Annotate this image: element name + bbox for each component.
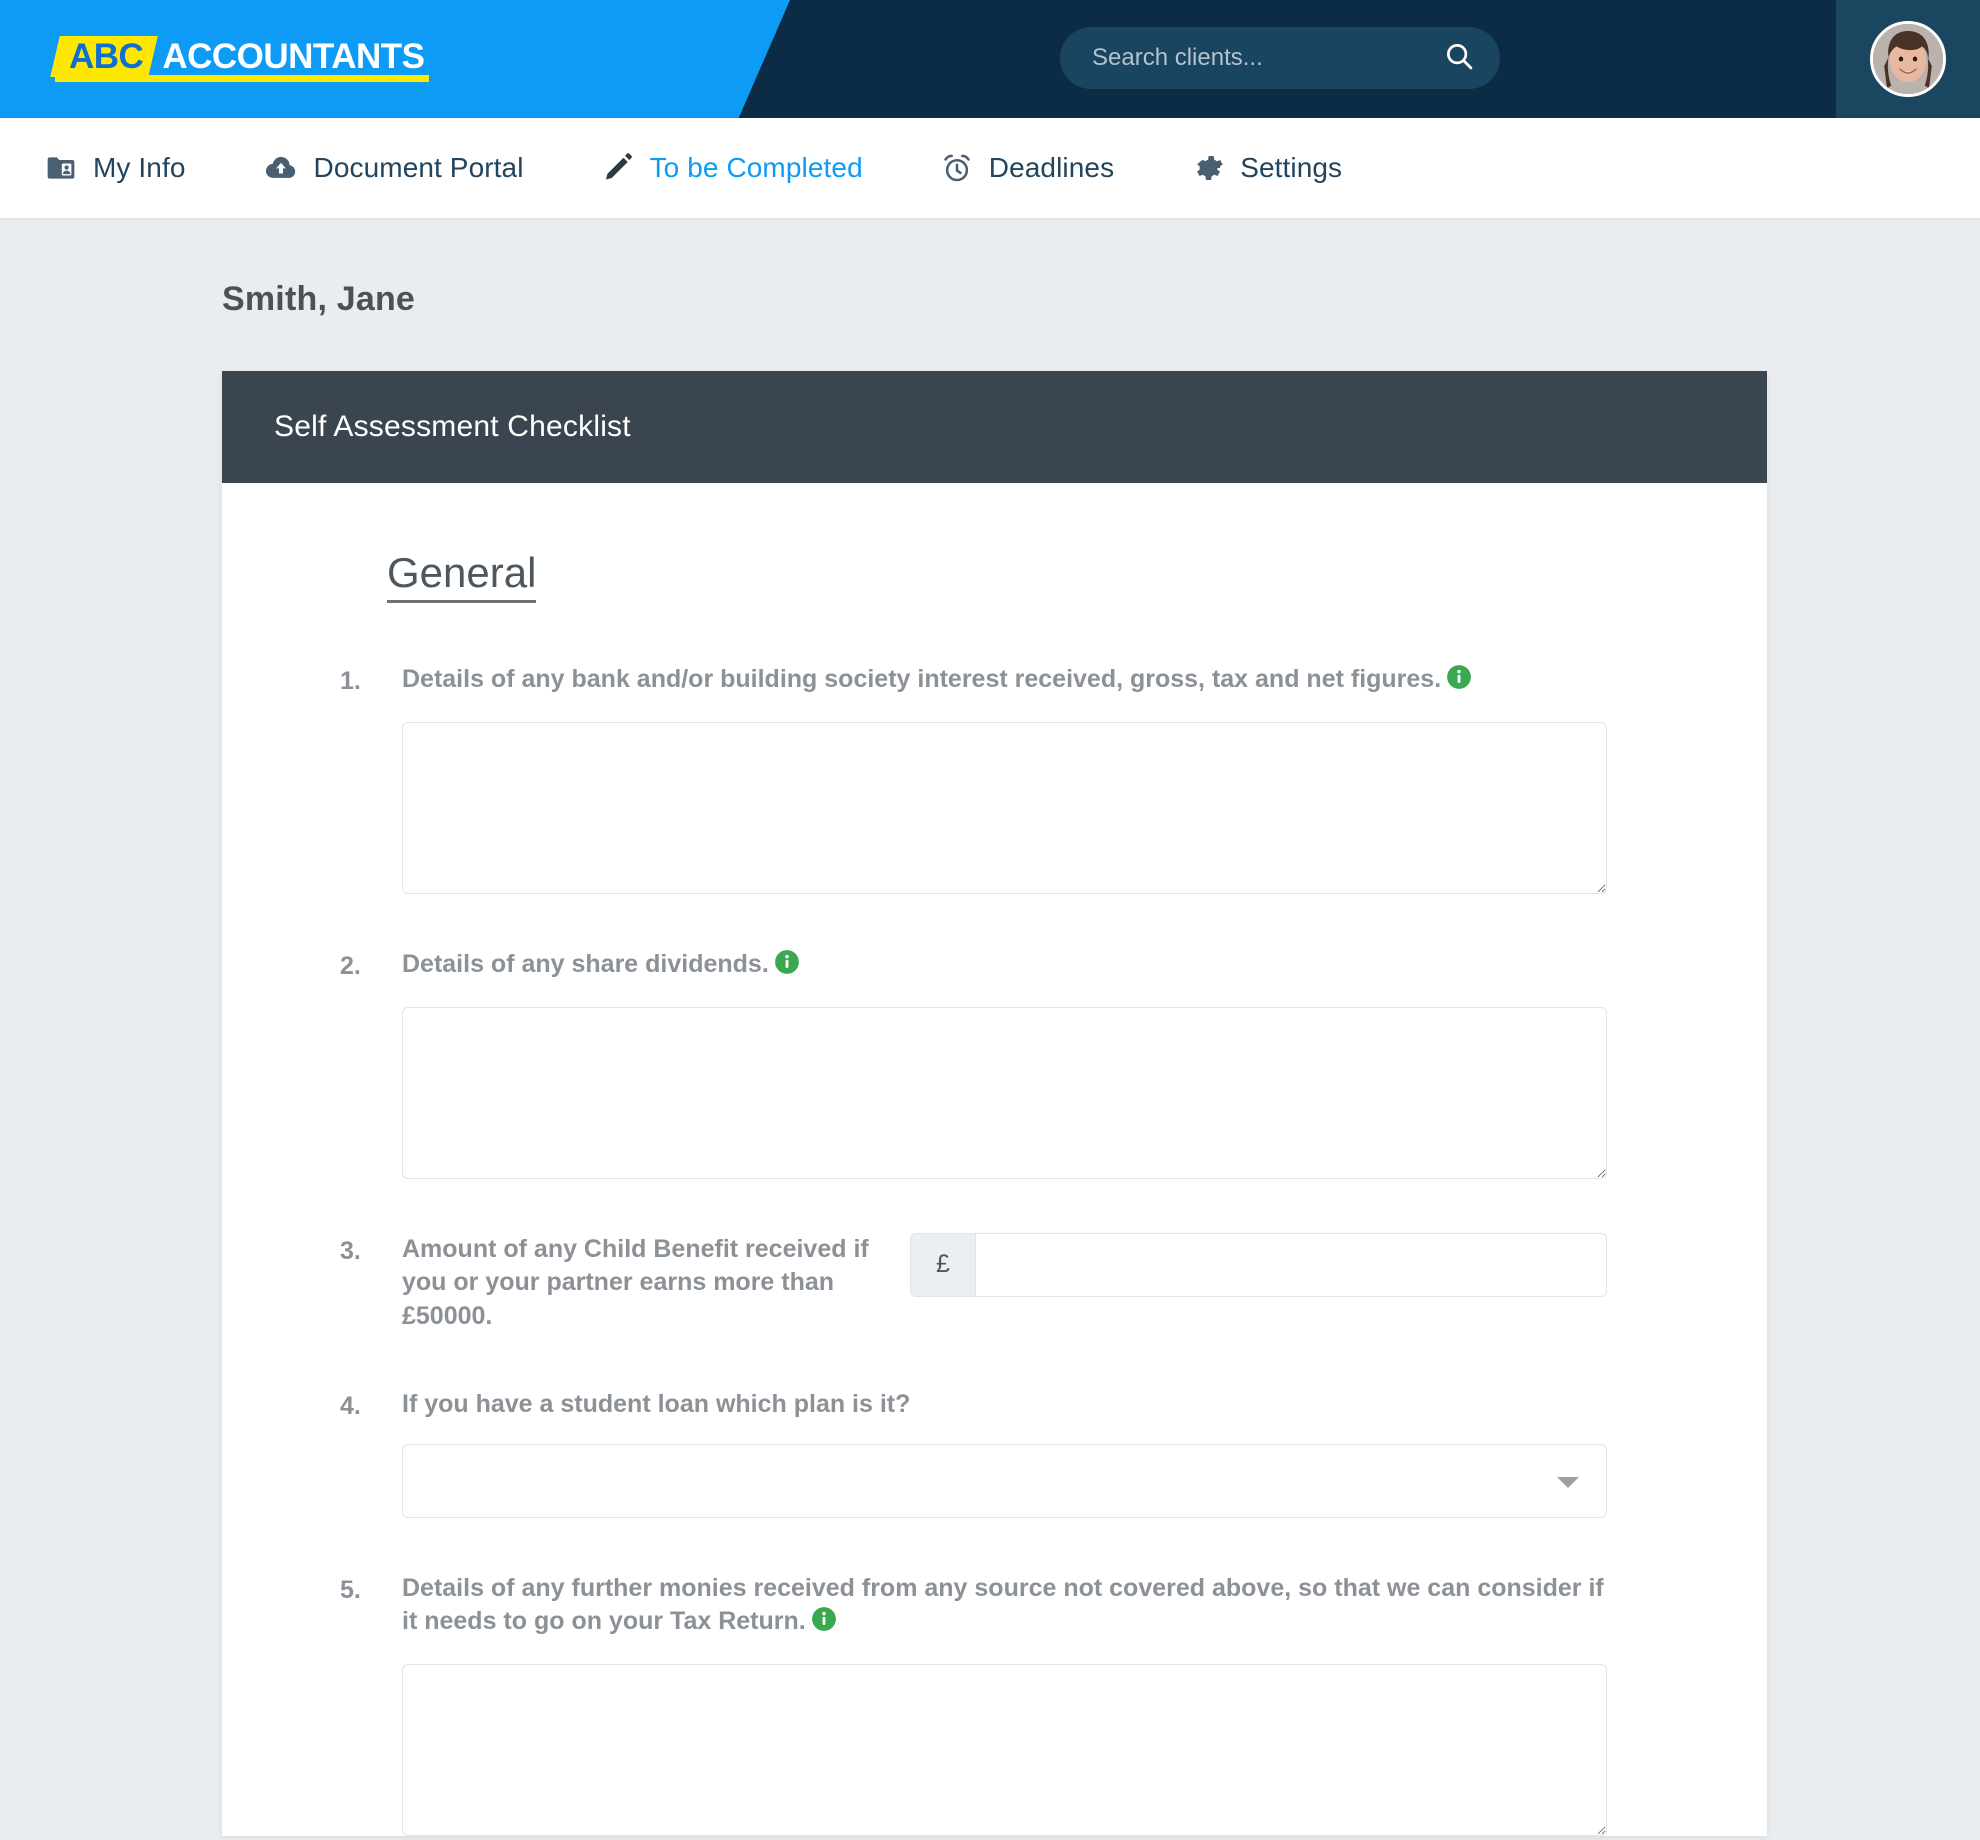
nav-label-my-info: My Info: [93, 152, 186, 183]
checklist-card: Self Assessment Checklist General 1. Det…: [222, 371, 1767, 1836]
currency-input-group: £: [910, 1232, 1607, 1297]
page-body: Smith, Jane Self Assessment Checklist Ge…: [0, 218, 1980, 1840]
question-text: Details of any share dividends.: [402, 948, 1622, 985]
question-label: If you have a student loan which plan is…: [402, 1389, 911, 1418]
question-text: If you have a student loan which plan is…: [402, 1388, 1622, 1422]
currency-symbol: £: [910, 1232, 975, 1297]
question-label: Details of any further monies received f…: [402, 1573, 1604, 1636]
child-benefit-amount-input[interactable]: [975, 1232, 1607, 1297]
section-heading-general: General: [222, 549, 1767, 603]
search-box[interactable]: [1060, 27, 1500, 89]
question-label: Details of any share dividends.: [402, 949, 769, 978]
nav-item-to-be-completed[interactable]: To be Completed: [602, 152, 863, 184]
logo-abc-text: ABC: [69, 37, 144, 76]
gear-icon: [1192, 152, 1224, 184]
nav-item-deadlines[interactable]: Deadlines: [941, 152, 1114, 184]
logo-abc-badge: ABC: [50, 36, 159, 77]
question-row: 1. Details of any bank and/or building s…: [222, 663, 1767, 894]
question-text: Amount of any Child Benefit received if …: [402, 1233, 872, 1334]
nav-label-settings: Settings: [1240, 152, 1343, 183]
avatar-panel[interactable]: [1836, 0, 1980, 118]
search-icon[interactable]: [1444, 41, 1474, 76]
main-nav: My Info Document Portal To be Completed: [0, 118, 1980, 218]
search-input[interactable]: [1090, 43, 1444, 73]
question-number: 2.: [340, 951, 361, 980]
nav-label-deadlines: Deadlines: [988, 152, 1115, 183]
card-header-title: Self Assessment Checklist: [222, 371, 1767, 483]
logo-accountants-text: ACCOUNTANTS: [162, 37, 425, 76]
nav-item-my-info[interactable]: My Info: [45, 152, 186, 184]
card-body: General 1. Details of any bank and/or bu…: [222, 483, 1767, 1836]
question-text: Details of any further monies received f…: [402, 1572, 1622, 1643]
brand-logo[interactable]: ABC ACCOUNTANTS: [50, 36, 429, 82]
cloud-upload-icon: [264, 151, 298, 185]
avatar[interactable]: [1870, 21, 1946, 97]
page-title: Smith, Jane: [222, 280, 416, 318]
section-heading-label: General: [387, 549, 537, 603]
nav-item-document-portal[interactable]: Document Portal: [264, 151, 524, 185]
answer-textarea[interactable]: [402, 1664, 1607, 1836]
info-icon[interactable]: [1446, 664, 1472, 700]
avatar-image: [1873, 24, 1943, 94]
answer-textarea[interactable]: [402, 721, 1607, 894]
pencil-icon: [602, 152, 634, 184]
question-number: 5.: [340, 1575, 361, 1604]
question-number: 1.: [340, 667, 361, 695]
info-icon[interactable]: [811, 1606, 837, 1642]
question-row: 5. Details of any further monies receive…: [222, 1572, 1767, 1836]
nav-label-document-portal: Document Portal: [313, 152, 524, 183]
question-row: 3. Amount of any Child Benefit received …: [222, 1232, 1767, 1334]
student-loan-plan-select[interactable]: [402, 1443, 1607, 1518]
question-number: 4.: [340, 1391, 361, 1420]
student-loan-plan-select-wrap[interactable]: [402, 1443, 1607, 1518]
question-text: Details of any bank and/or building soci…: [402, 663, 1622, 700]
question-label: Amount of any Child Benefit received if …: [402, 1234, 869, 1331]
nav-label-to-be-completed: To be Completed: [649, 152, 863, 183]
question-number: 3.: [340, 1236, 361, 1265]
top-header-bar: ABC ACCOUNTANTS: [0, 0, 1980, 118]
question-row: 4. If you have a student loan which plan…: [222, 1388, 1767, 1518]
info-icon[interactable]: [774, 949, 800, 985]
question-row: 2. Details of any share dividends.: [222, 948, 1767, 1179]
nav-item-settings[interactable]: Settings: [1192, 152, 1342, 184]
contact-card-icon: [45, 152, 77, 184]
alarm-clock-icon: [941, 152, 973, 184]
question-label: Details of any bank and/or building soci…: [402, 665, 1442, 693]
answer-textarea[interactable]: [402, 1006, 1607, 1179]
